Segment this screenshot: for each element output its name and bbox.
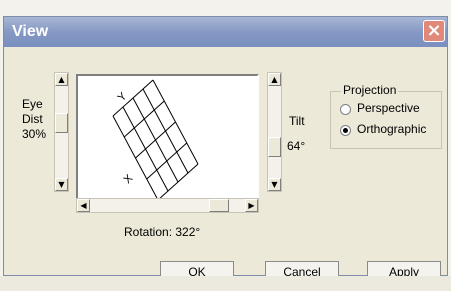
rotation-scroll-right[interactable]: ▶ (245, 199, 258, 212)
tilt-scrollbar[interactable]: ▲ ▼ (267, 72, 282, 192)
view-dialog: View × Eye Dist 30% ▲ ▼ Y X ◀ ▶ Rotation… (3, 16, 448, 284)
eye-dist-slider-thumb[interactable] (55, 113, 68, 133)
grid-line (135, 121, 176, 159)
orthographic-label[interactable]: Orthographic (357, 122, 426, 136)
eye-dist-label-line1: Eye (22, 97, 43, 111)
eye-dist-scroll-down[interactable]: ▼ (55, 178, 68, 191)
projection-legend: Projection (341, 83, 399, 97)
grid-line (152, 79, 199, 165)
title-bar[interactable]: View × (4, 17, 447, 47)
arrow-up-icon: ▲ (58, 75, 65, 84)
eye-dist-scrollbar[interactable]: ▲ ▼ (54, 72, 69, 192)
dialog-title: View (12, 23, 49, 40)
tilt-label: Tilt (289, 114, 305, 128)
rotation-scrollbar[interactable]: ◀ ▶ (76, 198, 259, 213)
view-preview: Y X (76, 74, 259, 207)
arrow-up-icon: ▲ (271, 75, 278, 84)
tilt-value: 64° (287, 139, 306, 153)
orthographic-radio[interactable] (340, 125, 351, 136)
perspective-radio[interactable] (340, 104, 351, 115)
eye-dist-label-line2: Dist (22, 112, 43, 126)
close-icon: × (426, 20, 442, 41)
arrow-left-icon: ◀ (80, 201, 87, 210)
y-axis-label: Y (116, 90, 130, 104)
tilt-slider-thumb[interactable] (268, 137, 281, 157)
perspective-label[interactable]: Perspective (357, 101, 420, 115)
rotation-label: Rotation: 322° (124, 225, 201, 239)
tilt-scroll-up[interactable]: ▲ (268, 73, 281, 86)
tilt-scroll-down[interactable]: ▼ (268, 178, 281, 191)
rotation-slider-thumb[interactable] (209, 199, 229, 212)
grid-line (142, 88, 189, 174)
rotation-scroll-left[interactable]: ◀ (77, 199, 90, 212)
arrow-down-icon: ▼ (58, 180, 65, 189)
grid-line (146, 142, 188, 180)
x-axis-label: X (122, 172, 136, 186)
arrow-down-icon: ▼ (271, 180, 278, 189)
grid-line (157, 163, 199, 201)
eye-dist-scroll-up[interactable]: ▲ (55, 73, 68, 86)
close-button[interactable]: × (423, 20, 445, 42)
arrow-right-icon: ▶ (248, 201, 255, 210)
projection-group: Projection Perspective Orthographic (330, 83, 442, 149)
background-desktop-strip (0, 276, 451, 291)
dialog-content: Eye Dist 30% ▲ ▼ Y X ◀ ▶ Rotation: 322° … (4, 47, 447, 284)
eye-dist-value: 30% (22, 127, 47, 141)
grid-preview: Y X (112, 79, 199, 201)
